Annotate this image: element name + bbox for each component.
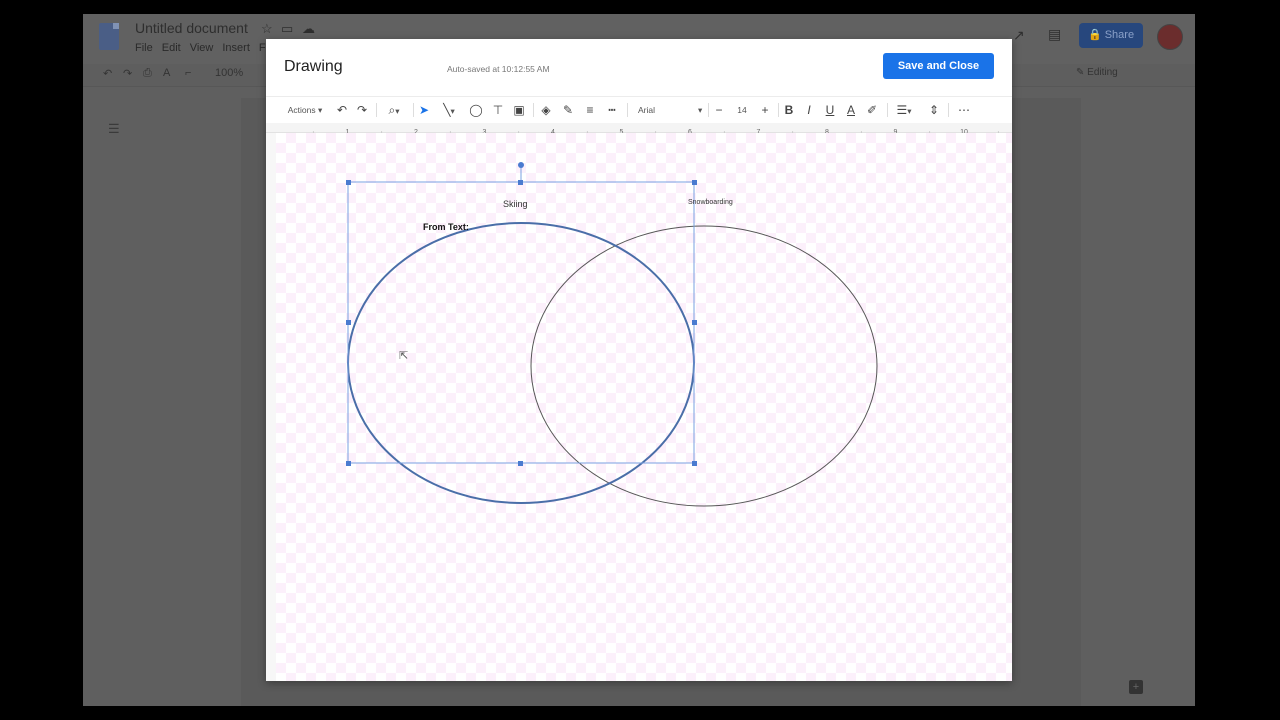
mouse-cursor-icon: ⇱ bbox=[399, 350, 409, 362]
document-outline-icon[interactable]: ☰ bbox=[108, 121, 120, 137]
resize-handle-mr[interactable] bbox=[692, 320, 697, 325]
add-comment-icon[interactable]: + bbox=[1129, 680, 1143, 694]
menu-edit[interactable]: Edit bbox=[162, 42, 181, 54]
share-button[interactable]: 🔒 Share bbox=[1079, 23, 1143, 48]
move-folder-icon[interactable]: ▭ bbox=[281, 22, 293, 36]
font-size-input[interactable]: 14 bbox=[729, 97, 755, 123]
comment-icon[interactable]: ▤ bbox=[1048, 26, 1061, 43]
drawing-toolbar: Actions ▾ ↶ ↷ ⌕▾ ➤ ╲▾ ◯ ⊤ ▣ ◈ ✎ ≡ ┅ Aria… bbox=[266, 96, 1012, 123]
autosave-status: Auto-saved at 10:12:55 AM bbox=[447, 64, 550, 74]
zoom-icon[interactable]: ⌕▾ bbox=[381, 97, 407, 123]
cloud-status-icon: ☁ bbox=[302, 21, 315, 36]
font-label: Arial bbox=[638, 105, 656, 115]
docs-paint-format-icon[interactable]: ⌐ bbox=[185, 67, 191, 79]
skiing-label[interactable]: Skiing bbox=[503, 199, 528, 209]
actions-label: Actions bbox=[287, 105, 316, 115]
activity-icon[interactable]: ↗ bbox=[1013, 27, 1025, 44]
avatar[interactable] bbox=[1157, 24, 1183, 50]
docs-undo-icon[interactable]: ↶ bbox=[103, 67, 112, 80]
italic-button[interactable]: I bbox=[801, 97, 817, 123]
redo-icon[interactable]: ↷ bbox=[354, 97, 370, 123]
drawing-dialog: Drawing Auto-saved at 10:12:55 AM Save a… bbox=[266, 39, 1012, 681]
save-and-close-button[interactable]: Save and Close bbox=[883, 53, 994, 79]
snowboarding-label[interactable]: Snowboarding bbox=[688, 199, 733, 206]
drawing-shapes bbox=[346, 162, 878, 507]
font-size-decrease-icon[interactable]: − bbox=[712, 97, 726, 123]
resize-handle-bm[interactable] bbox=[518, 461, 523, 466]
resize-handle-tl[interactable] bbox=[346, 180, 351, 185]
menu-view[interactable]: View bbox=[190, 42, 214, 54]
docs-zoom-select[interactable]: 100% bbox=[215, 67, 243, 79]
resize-handle-tm[interactable] bbox=[518, 180, 523, 185]
image-icon[interactable]: ▣ bbox=[511, 97, 527, 123]
docs-redo-icon[interactable]: ↷ bbox=[123, 67, 132, 80]
resize-handle-ml[interactable] bbox=[346, 320, 351, 325]
menu-insert[interactable]: Insert bbox=[222, 42, 250, 54]
editing-label: Editing bbox=[1087, 67, 1118, 78]
underline-button[interactable]: U bbox=[822, 97, 838, 123]
border-dash-icon[interactable]: ┅ bbox=[604, 97, 620, 123]
resize-handle-tr[interactable] bbox=[692, 180, 697, 185]
from-text-label[interactable]: From Text: bbox=[423, 222, 469, 232]
bold-button[interactable]: B bbox=[781, 97, 797, 123]
border-color-icon[interactable]: ✎ bbox=[560, 97, 576, 123]
font-select[interactable]: Arial ▾ bbox=[638, 97, 708, 123]
text-color-button[interactable]: A bbox=[843, 97, 859, 123]
font-size-increase-icon[interactable]: + bbox=[758, 97, 772, 123]
docs-spellcheck-icon[interactable]: A bbox=[163, 67, 170, 79]
dialog-title: Drawing bbox=[284, 58, 343, 75]
align-icon[interactable]: ☰▾ bbox=[891, 97, 917, 123]
line-spacing-icon[interactable]: ⇕ bbox=[926, 97, 942, 123]
undo-icon[interactable]: ↶ bbox=[334, 97, 350, 123]
drawing-canvas[interactable]: Skiing Snowboarding From Text: ⇱ bbox=[276, 133, 1012, 681]
docs-print-icon[interactable]: ⎙ bbox=[143, 67, 152, 80]
editing-mode-select[interactable]: ✎ Editing bbox=[1076, 67, 1118, 78]
docs-menu-bar: File Edit View Insert F bbox=[135, 42, 266, 54]
rotate-handle[interactable] bbox=[518, 162, 524, 168]
resize-handle-bl[interactable] bbox=[346, 461, 351, 466]
resize-handle-br[interactable] bbox=[692, 461, 697, 466]
menu-format-partial[interactable]: F bbox=[259, 42, 266, 54]
highlight-color-icon[interactable]: ✐ bbox=[864, 97, 880, 123]
border-weight-icon[interactable]: ≡ bbox=[582, 97, 598, 123]
fill-color-icon[interactable]: ◈ bbox=[538, 97, 554, 123]
shape-tool-icon[interactable]: ◯ bbox=[468, 97, 484, 123]
horizontal-ruler: 12345678910 bbox=[266, 123, 1012, 136]
docs-logo-icon[interactable] bbox=[99, 23, 119, 50]
select-cursor-icon[interactable]: ➤ bbox=[416, 97, 432, 123]
document-title[interactable]: Untitled document bbox=[135, 20, 248, 36]
menu-file[interactable]: File bbox=[135, 42, 153, 54]
share-label: Share bbox=[1104, 29, 1135, 41]
star-icon[interactable]: ☆ bbox=[261, 22, 273, 36]
selection-box bbox=[347, 181, 695, 464]
actions-menu[interactable]: Actions ▾ bbox=[283, 97, 327, 123]
venn-right-circle[interactable] bbox=[530, 225, 878, 507]
text-box-icon[interactable]: ⊤ bbox=[490, 97, 506, 123]
more-options-icon[interactable]: ⋯ bbox=[954, 97, 974, 123]
line-tool-icon[interactable]: ╲▾ bbox=[436, 97, 462, 123]
